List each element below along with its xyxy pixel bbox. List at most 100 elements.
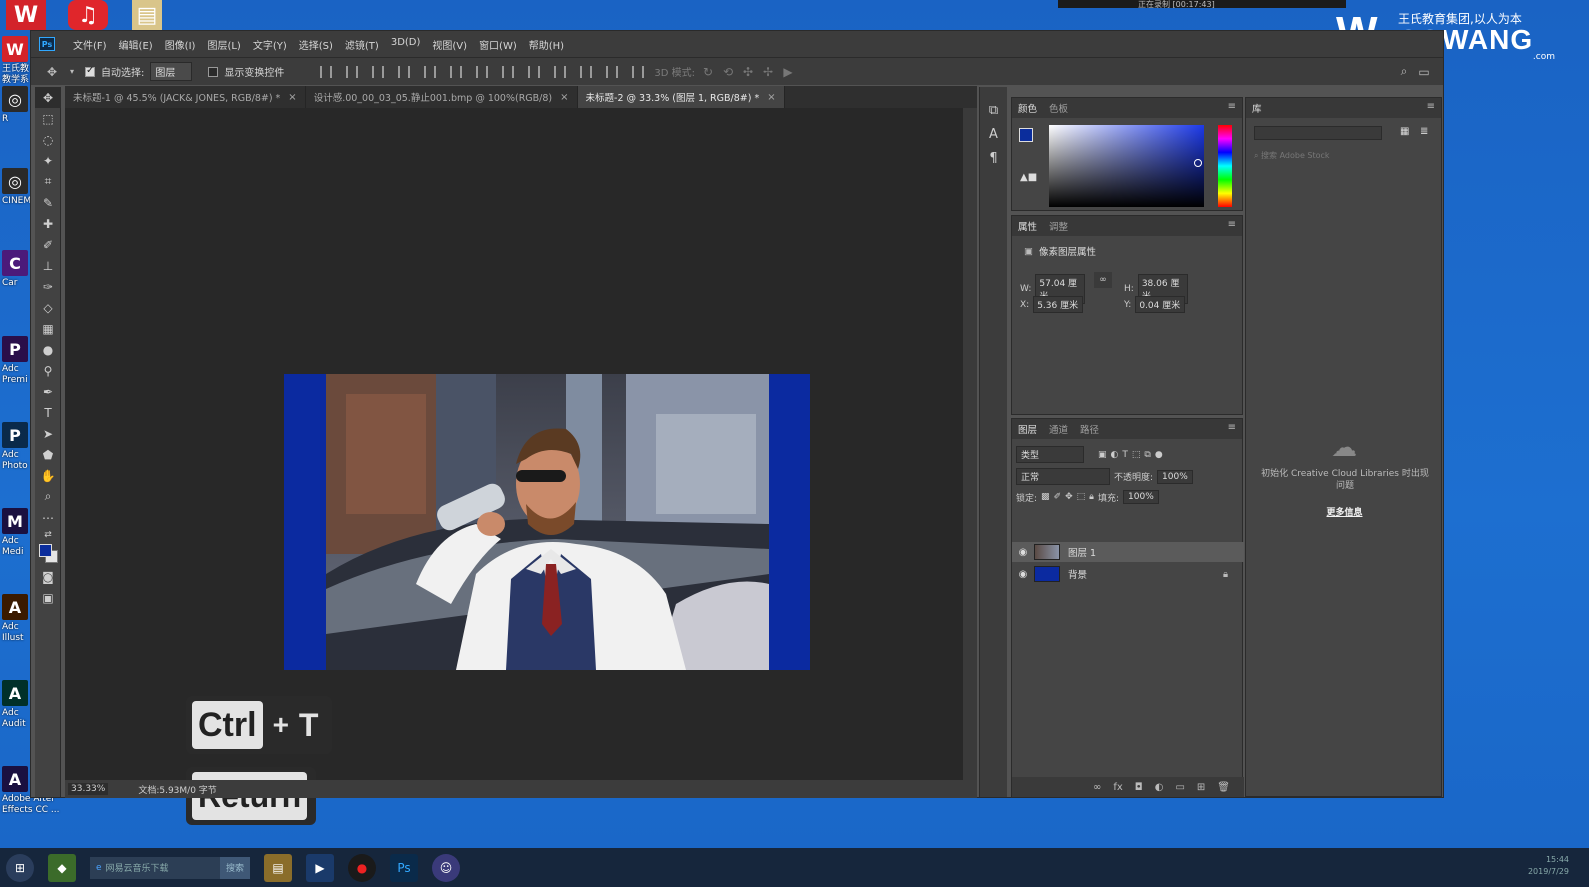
marquee-tool-icon[interactable]: ⬚: [35, 108, 61, 129]
menu-item[interactable]: 视图(V): [426, 37, 473, 52]
wangshi-app-icon[interactable]: W: [6, 0, 46, 30]
clone-stamp-icon[interactable]: ⊥: [35, 255, 61, 276]
healing-brush-icon[interactable]: ✚: [35, 213, 61, 234]
tool-preset-chevron-icon[interactable]: ▾: [65, 67, 79, 76]
3d-pan-icon[interactable]: ✣: [741, 65, 755, 79]
library-search[interactable]: ⌕ 搜索 Adobe Stock: [1254, 150, 1432, 164]
align-top-icon[interactable]: [320, 65, 333, 78]
document-canvas[interactable]: [284, 374, 810, 670]
link-layers-icon[interactable]: ∞: [1093, 782, 1101, 793]
layer-name[interactable]: 背景: [1068, 567, 1087, 581]
color-picker-field[interactable]: [1049, 125, 1204, 207]
visibility-eye-icon[interactable]: ◉: [1012, 569, 1034, 580]
record-icon[interactable]: ●: [348, 853, 376, 882]
document-tab[interactable]: 未标题-1 @ 45.5% (JACK& JONES, RGB/8#) * ×: [65, 86, 306, 108]
eyedropper-icon[interactable]: ✎: [35, 192, 61, 213]
eraser-icon[interactable]: ◇: [35, 297, 61, 318]
taskbar-app-icon[interactable]: ◆: [48, 853, 76, 882]
distribute-top-icon[interactable]: [476, 65, 489, 78]
panel-menu-icon[interactable]: ≡: [1228, 422, 1236, 433]
canvas-area[interactable]: Ctrl + T Return: [65, 108, 963, 825]
desktop-icon[interactable]: C Car: [2, 250, 32, 289]
move-tool-icon[interactable]: ✥: [45, 65, 59, 79]
filter-toggle-icon[interactable]: ●: [1155, 450, 1163, 460]
tab-channels[interactable]: 通道: [1049, 422, 1068, 436]
align-hcenter-icon[interactable]: [424, 65, 437, 78]
color-swatches[interactable]: [35, 542, 61, 566]
menu-item[interactable]: 帮助(H): [523, 37, 570, 52]
menu-item[interactable]: 滤镜(T): [339, 37, 385, 52]
tab-color[interactable]: 颜色: [1018, 101, 1037, 115]
magic-wand-icon[interactable]: ✦: [35, 150, 61, 171]
list-view-icon[interactable]: ≣: [1420, 126, 1428, 137]
tab-properties[interactable]: 属性: [1018, 219, 1037, 233]
brush-tool-icon[interactable]: ✐: [35, 234, 61, 255]
new-adjustment-icon[interactable]: ◐: [1155, 782, 1164, 793]
taskbar-search-button[interactable]: 搜索: [220, 856, 250, 879]
layer-name[interactable]: 图层 1: [1068, 545, 1096, 559]
blur-tool-icon[interactable]: ●: [35, 339, 61, 360]
add-mask-icon[interactable]: ◘: [1135, 782, 1143, 793]
menu-item[interactable]: 图像(I): [159, 37, 202, 52]
swap-colors-icon[interactable]: ⇄: [35, 528, 61, 542]
lock-transparent-icon[interactable]: ▩: [1041, 492, 1050, 502]
grid-view-icon[interactable]: ▦: [1400, 126, 1409, 137]
menu-item[interactable]: 窗口(W): [473, 37, 523, 52]
move-tool-icon[interactable]: ✥: [35, 87, 61, 108]
fx-icon[interactable]: fx: [1113, 782, 1122, 793]
delete-layer-icon[interactable]: 🗑︎: [1217, 782, 1230, 793]
canvas-scrollbar[interactable]: [963, 108, 977, 780]
distribute-bottom-icon[interactable]: [528, 65, 541, 78]
taskbar-search-input[interactable]: e 网易云音乐下载: [90, 856, 220, 879]
panel-menu-icon[interactable]: ≡: [1228, 219, 1236, 230]
menu-item[interactable]: 图层(L): [201, 37, 246, 52]
foreground-color-swatch[interactable]: [39, 544, 52, 557]
align-bottom-icon[interactable]: [372, 65, 385, 78]
lock-icon[interactable]: 🔒︎: [1223, 569, 1228, 580]
desktop-icon[interactable]: W 王氏教 教学系: [2, 36, 32, 86]
desktop-icon[interactable]: ◎ R: [2, 86, 32, 125]
panel-menu-icon[interactable]: ≡: [1228, 101, 1236, 112]
quick-mask-icon[interactable]: ◙: [35, 566, 61, 587]
menu-item[interactable]: 编辑(E): [113, 37, 159, 52]
menu-item[interactable]: 文件(F): [67, 37, 113, 52]
align-vcenter-icon[interactable]: [346, 65, 359, 78]
more-info-link[interactable]: 更多信息: [1246, 505, 1443, 518]
crop-tool-icon[interactable]: ⌗: [35, 171, 61, 192]
fill-input[interactable]: 100%: [1123, 490, 1159, 504]
search-icon[interactable]: ⌕: [1397, 64, 1411, 79]
close-icon[interactable]: ×: [560, 92, 568, 103]
document-size[interactable]: 文档:5.93M/0 字节: [138, 783, 216, 796]
history-brush-icon[interactable]: ✑: [35, 276, 61, 297]
panel-menu-icon[interactable]: ≡: [1427, 101, 1435, 112]
close-icon[interactable]: ×: [288, 92, 296, 103]
shape-tool-icon[interactable]: ⬟: [35, 444, 61, 465]
character-panel-icon[interactable]: A: [980, 123, 1007, 147]
library-dropdown[interactable]: [1254, 126, 1382, 140]
hue-slider[interactable]: [1218, 125, 1232, 207]
document-tab[interactable]: 未标题-2 @ 33.3% (图层 1, RGB/8#) * ×: [577, 86, 785, 108]
menu-item[interactable]: 3D(D): [385, 37, 427, 52]
hand-tool-icon[interactable]: ✋: [35, 465, 61, 486]
x-input[interactable]: 5.36 厘米: [1033, 296, 1084, 313]
filter-adjustment-icon[interactable]: ◐: [1111, 450, 1119, 460]
tab-layers[interactable]: 图层: [1018, 422, 1037, 436]
distribute-vcenter-icon[interactable]: [502, 65, 515, 78]
distribute-left-icon[interactable]: [554, 65, 567, 78]
opacity-input[interactable]: 100%: [1157, 469, 1193, 484]
layer-row-background[interactable]: ◉ 背景 🔒︎: [1012, 564, 1244, 584]
pen-tool-icon[interactable]: ✒: [35, 381, 61, 402]
visibility-eye-icon[interactable]: ◉: [1012, 547, 1034, 558]
layer-photo[interactable]: [326, 374, 769, 670]
desktop-icon[interactable]: ◎ CINEM: [2, 168, 32, 207]
menu-item[interactable]: 文字(Y): [247, 37, 293, 52]
clock-date[interactable]: 2019/7/29: [1528, 866, 1569, 878]
align-left-icon[interactable]: [398, 65, 411, 78]
desktop-icon[interactable]: A Adc Illust: [2, 594, 32, 644]
lock-artboard-icon[interactable]: ⬚: [1077, 492, 1086, 502]
tab-swatches[interactable]: 色板: [1049, 101, 1068, 115]
3d-roll-icon[interactable]: ⟲: [721, 65, 735, 79]
tab-adjustments[interactable]: 调整: [1049, 219, 1068, 233]
desktop-icon[interactable]: P Adc Photo: [2, 422, 32, 472]
desktop-icon[interactable]: M Adc Medi: [2, 508, 32, 558]
